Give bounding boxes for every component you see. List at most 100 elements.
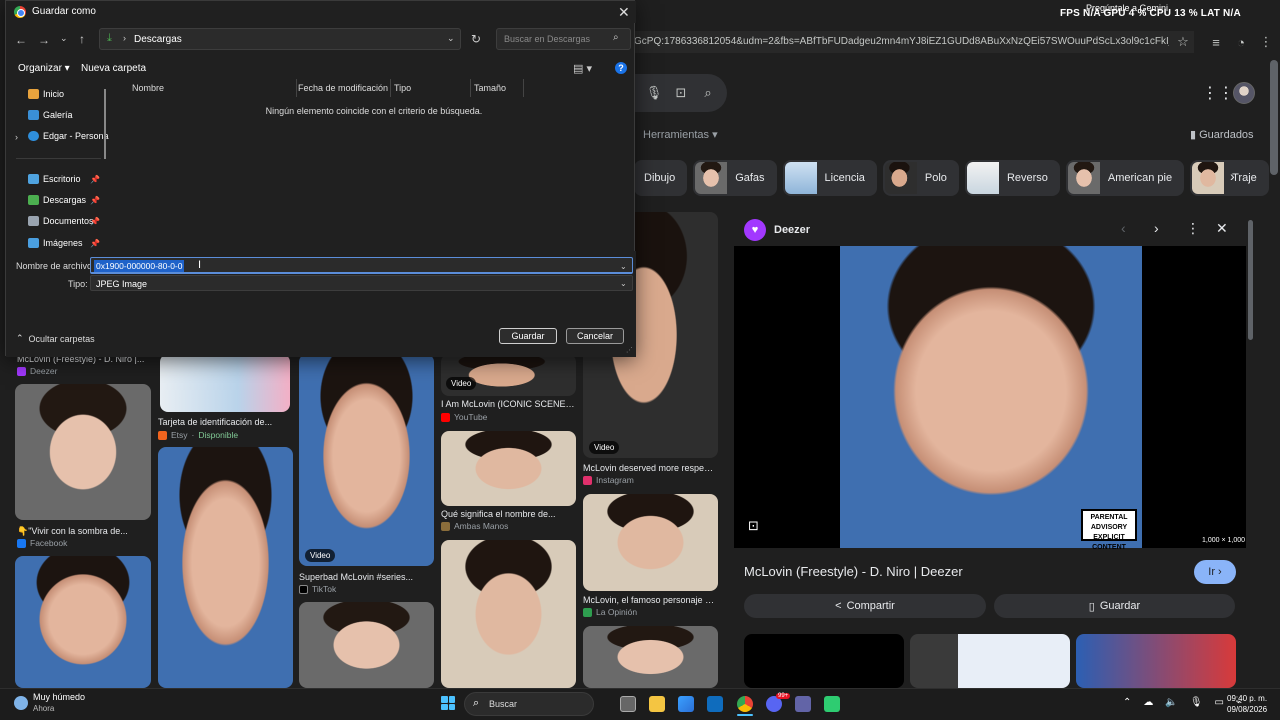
chevron-down-icon[interactable]: ⌄ bbox=[620, 279, 627, 288]
new-folder-button[interactable]: Nueva carpeta bbox=[81, 63, 146, 74]
account-avatar[interactable] bbox=[1233, 82, 1255, 104]
result-caption[interactable]: Qué significa el nombre de... bbox=[441, 509, 575, 519]
cancel-button[interactable]: Cancelar bbox=[566, 328, 624, 344]
store-icon[interactable] bbox=[678, 696, 694, 712]
result-caption[interactable]: Superbad McLovin #series... bbox=[299, 572, 433, 582]
panel-scrollbar[interactable] bbox=[1248, 220, 1253, 340]
filetype-select[interactable] bbox=[90, 275, 633, 291]
result-caption[interactable]: McLovin, el famoso personaje de... bbox=[583, 595, 717, 605]
related-image[interactable] bbox=[910, 634, 1070, 688]
result-image[interactable] bbox=[441, 540, 576, 688]
more-options-icon[interactable]: ⋮ bbox=[1186, 220, 1200, 237]
tools-menu[interactable]: Herramientas ▾ bbox=[643, 128, 718, 141]
task-view-icon[interactable] bbox=[620, 696, 636, 712]
chevron-down-icon[interactable]: ⌄ bbox=[620, 262, 627, 271]
nav-scrollbar[interactable] bbox=[104, 89, 106, 159]
speaker-icon[interactable]: 🔈 bbox=[1165, 697, 1177, 708]
chip-gafas[interactable]: Gafas bbox=[693, 160, 777, 196]
result-caption[interactable]: Tarjeta de identificación de... bbox=[158, 417, 292, 427]
lens-icon[interactable]: ⊡ bbox=[748, 518, 759, 534]
chevron-right-icon[interactable]: › bbox=[15, 132, 18, 142]
nav-item-imagenes[interactable]: Imágenes bbox=[28, 238, 83, 248]
result-image[interactable] bbox=[15, 556, 151, 688]
nav-item-descargas[interactable]: Descargas bbox=[28, 195, 86, 205]
result-caption[interactable]: McLovin deserved more respect,... bbox=[583, 463, 717, 473]
weather-condition[interactable]: Muy húmedo bbox=[33, 692, 85, 702]
close-icon[interactable]: ✕ bbox=[618, 4, 630, 21]
column-fecha[interactable]: Fecha de modificación bbox=[298, 83, 388, 93]
voice-search-icon[interactable]: 🎙 bbox=[646, 85, 663, 101]
panel-source-name[interactable]: Deezer bbox=[774, 224, 810, 236]
outlook-icon[interactable] bbox=[707, 696, 723, 712]
result-image[interactable] bbox=[15, 384, 151, 520]
page-scrollbar[interactable] bbox=[1270, 60, 1278, 175]
chevron-down-icon[interactable]: ⌄ bbox=[60, 33, 68, 44]
column-tipo[interactable]: Tipo bbox=[394, 83, 411, 93]
view-options-icon[interactable]: ▤ ▾ bbox=[573, 62, 592, 75]
chip-polo[interactable]: Polo bbox=[882, 160, 959, 196]
clock[interactable]: 09:40 p. m. 09/08/2026 bbox=[1227, 693, 1267, 715]
profile-icon[interactable]: ◔ bbox=[1233, 34, 1249, 50]
microphone-icon[interactable]: 🎙 bbox=[1190, 697, 1203, 708]
column-divider[interactable] bbox=[296, 79, 297, 97]
result-image[interactable] bbox=[583, 494, 718, 591]
taskbar-search-label[interactable]: Buscar bbox=[489, 699, 517, 709]
related-image[interactable] bbox=[1076, 634, 1236, 688]
filetype-value[interactable]: JPEG Image bbox=[96, 279, 147, 289]
search-icon[interactable]: ⌕ bbox=[613, 32, 619, 43]
chip-american-pie[interactable]: American pie bbox=[1065, 160, 1185, 196]
start-button[interactable] bbox=[441, 696, 455, 710]
nav-item-inicio[interactable]: Inicio bbox=[28, 89, 64, 99]
cloud-icon[interactable]: ☁ bbox=[1143, 697, 1153, 708]
display-icon[interactable]: ▭ bbox=[1215, 697, 1224, 708]
chevron-right-icon[interactable]: › bbox=[123, 33, 126, 43]
nav-item-galeria[interactable]: Galería bbox=[28, 110, 73, 120]
refresh-icon[interactable]: ↻ bbox=[471, 32, 481, 46]
address-path[interactable]: Descargas bbox=[134, 34, 182, 45]
bookmark-star-icon[interactable]: ☆ bbox=[1175, 34, 1191, 50]
dialog-titlebar[interactable] bbox=[6, 1, 636, 23]
column-divider[interactable] bbox=[390, 79, 391, 97]
column-nombre[interactable]: Nombre bbox=[132, 83, 164, 93]
file-explorer-icon[interactable] bbox=[649, 696, 665, 712]
share-button[interactable]: < Compartir bbox=[744, 594, 986, 618]
result-image[interactable] bbox=[583, 626, 718, 688]
up-arrow-icon[interactable]: ↑ bbox=[79, 32, 85, 46]
column-tamano[interactable]: Tamaño bbox=[474, 83, 506, 93]
nav-item-escritorio[interactable]: Escritorio bbox=[28, 174, 81, 184]
lens-search-icon[interactable]: ⊡ bbox=[673, 85, 689, 101]
filename-selected-text[interactable]: 0x1900-000000-80-0-0 bbox=[94, 260, 185, 272]
weather-icon[interactable] bbox=[14, 696, 28, 710]
related-image[interactable] bbox=[744, 634, 904, 688]
visit-button[interactable]: Ir › bbox=[1194, 560, 1236, 584]
search-icon[interactable]: ⌕ bbox=[700, 85, 716, 101]
column-divider[interactable] bbox=[470, 79, 471, 97]
result-caption[interactable]: I Am McLovin (ICONIC SCENE) |... bbox=[441, 399, 575, 409]
hide-folders-toggle[interactable]: ⌃ Ocultar carpetas bbox=[16, 333, 95, 344]
close-icon[interactable]: ✕ bbox=[1216, 220, 1228, 237]
saved-link[interactable]: ▮ Guardados bbox=[1190, 128, 1254, 141]
chevron-right-icon[interactable]: › bbox=[1154, 220, 1159, 236]
result-image[interactable] bbox=[158, 447, 293, 688]
panel-title[interactable]: McLovin (Freestyle) - D. Niro | Deezer bbox=[744, 564, 963, 579]
help-icon[interactable]: ? bbox=[615, 62, 627, 74]
result-image[interactable] bbox=[299, 354, 434, 566]
panel-image[interactable] bbox=[840, 246, 1142, 548]
chrome-taskbar-icon[interactable] bbox=[737, 696, 753, 712]
back-arrow-icon[interactable]: ← bbox=[15, 33, 27, 47]
reading-list-icon[interactable]: ≡ bbox=[1208, 34, 1224, 50]
chip-licencia[interactable]: Licencia bbox=[782, 160, 877, 196]
resize-grip-icon[interactable]: ⋰ bbox=[626, 346, 633, 354]
save-button[interactable]: Guardar bbox=[499, 328, 557, 344]
organize-menu[interactable]: Organizar ▾ bbox=[18, 63, 70, 74]
result-image-id-card[interactable] bbox=[160, 354, 290, 412]
menu-icon[interactable]: ⋮ bbox=[1258, 34, 1274, 50]
chevron-right-icon[interactable]: › bbox=[1230, 168, 1235, 184]
save-image-button[interactable]: ▯ Guardar bbox=[994, 594, 1235, 618]
url-text[interactable]: GcPQ:1786336812054&udm=2&fbs=ABfTbFUDadg… bbox=[634, 36, 1169, 47]
nav-item-documentos[interactable]: Documentos bbox=[28, 216, 94, 226]
chip-reverso[interactable]: Reverso bbox=[964, 160, 1060, 196]
chevron-down-icon[interactable]: ⌄ bbox=[447, 33, 455, 44]
taskbar-search[interactable] bbox=[464, 692, 594, 716]
chip-dibujo[interactable]: Dibujo bbox=[634, 160, 688, 196]
